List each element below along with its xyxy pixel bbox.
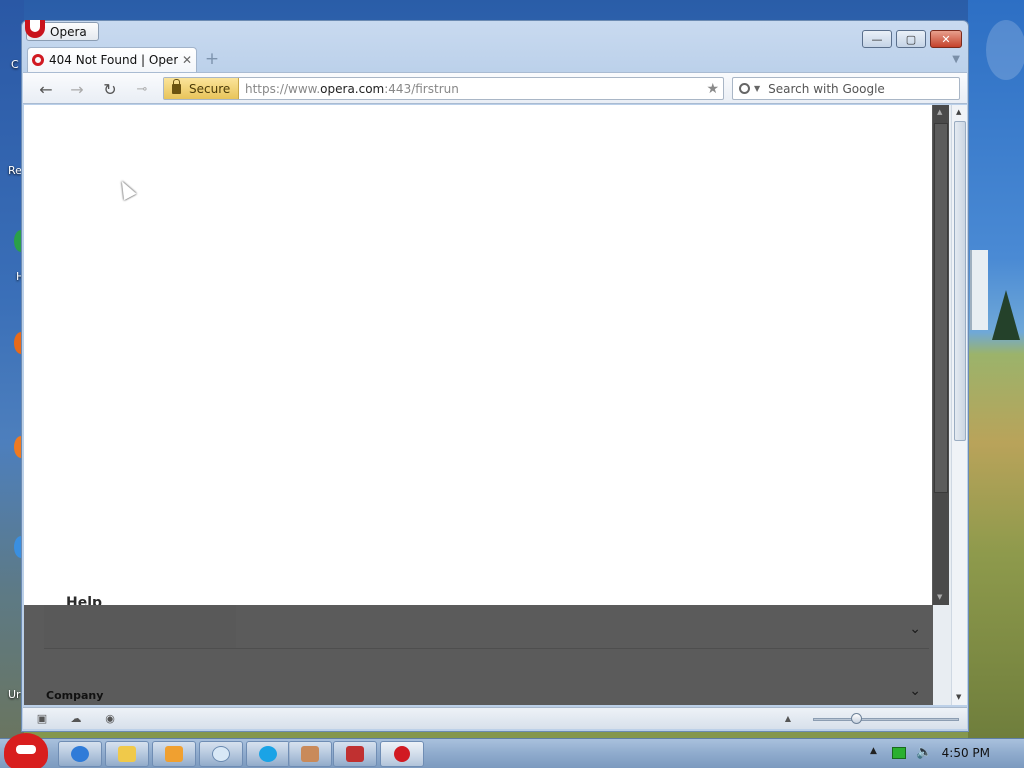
media-player-icon [165,746,183,762]
scrollbars: ▲ ▼ ▲ ▼ [933,105,967,705]
tab-active[interactable]: 404 Not Found | Opera ✕ [27,47,197,72]
system-tray: ▲ 🔈 4:50 PM [862,739,1024,768]
tab-menu-chevron-icon[interactable]: ▼ [952,54,960,65]
taskbar-clock[interactable]: 4:50 PM [942,746,990,760]
turbo-speedometer-icon[interactable]: ◉ [103,712,117,725]
forward-button[interactable]: → [66,79,88,99]
zoom-slider-knob[interactable] [851,713,863,724]
opera-browser-window: Opera — ▢ ✕ 404 Not Found | Opera ✕ + ▼ … [21,19,969,732]
browser-scroll-thumb[interactable] [954,121,966,441]
scroll-up-arrow-icon[interactable]: ▲ [937,108,942,116]
taskbar-explorer[interactable] [105,741,149,767]
search-engine-dropdown-icon[interactable]: ▼ [754,84,760,93]
page-loading-overlay [24,105,932,605]
taskbar-internet-explorer[interactable] [58,741,102,767]
view-menu-arrow-icon[interactable]: ▲ [781,714,795,727]
taskbar-media-player[interactable] [152,741,196,767]
opera-menu-label: Opera [50,24,87,39]
secure-label: Secure [189,81,231,96]
volume-muted-icon[interactable]: 🔈 [916,745,932,760]
close-button[interactable]: ✕ [930,30,962,48]
zoom-slider-track[interactable] [813,718,959,721]
page-content: Help ⌄ Company ⌄ [24,105,934,705]
status-bar: ▣ ☁ ◉ ▲ [23,707,967,729]
opera-favicon-icon [32,54,44,66]
wallpaper-cloud [986,20,1024,80]
desktop-label: Ur [8,688,21,701]
opera-menu-button[interactable]: Opera [25,19,99,41]
window-controls: — ▢ ✕ [862,30,962,48]
page-inner-scrollbar[interactable]: ▲ ▼ [933,105,949,605]
bookmark-star-icon[interactable]: ★ [706,81,719,97]
page-inner-scroll-thumb[interactable] [934,123,948,493]
search-field[interactable]: ▼ Search with Google [732,77,960,100]
skype-icon [259,746,277,762]
wallpaper-tree [992,290,1020,340]
scroll-down-arrow-icon[interactable]: ▼ [956,693,961,701]
minimize-button[interactable]: — [862,30,892,48]
internet-explorer-icon [71,746,89,762]
wallpaper-house [970,250,988,330]
chevron-down-icon[interactable]: ⌄ [909,683,921,699]
taskbar-skype[interactable] [246,741,290,767]
footer-section-row[interactable]: ⌄ [44,613,929,649]
scroll-up-arrow-icon[interactable]: ▲ [956,108,961,116]
folder-icon [118,746,136,762]
chat-bubble-icon [212,746,230,762]
opera-unite-cloud-icon[interactable]: ☁ [69,712,83,725]
desktop-wallpaper-scenery [968,0,1024,738]
browser-scrollbar[interactable]: ▲ ▼ [951,105,967,705]
taskbar-messenger[interactable] [199,741,243,767]
windows-taskbar: ▲ 🔈 4:50 PM [0,733,1024,768]
url-text[interactable]: https://www.opera.com:443/firstrun [245,82,706,96]
search-icon [739,83,750,94]
url-prefix: https://www. [245,81,321,96]
navigation-toolbar: ← → ↻ ⊸ Secure https://www.opera.com:443… [23,72,967,104]
lock-icon [172,78,181,94]
maximize-button[interactable]: ▢ [896,30,926,48]
tab-close-icon[interactable]: ✕ [182,53,192,67]
search-placeholder: Search with Google [768,81,885,96]
url-host: opera.com [320,81,385,96]
scroll-down-arrow-icon[interactable]: ▼ [937,593,942,601]
opera-logo-icon [25,19,45,38]
show-hidden-icons-arrow-icon[interactable]: ▲ [870,746,877,756]
reload-button[interactable]: ↻ [99,79,121,99]
secure-badge[interactable]: Secure [164,78,239,99]
taskbar-toolbox[interactable] [333,741,377,767]
panel-toggle-icon[interactable]: ▣ [35,712,49,725]
opera-icon [394,746,410,762]
wand-key-icon[interactable]: ⊸ [131,79,153,99]
network-icon[interactable] [892,747,906,759]
url-suffix: :443/firstrun [384,81,459,96]
new-tab-button[interactable]: + [204,51,220,68]
address-bar[interactable]: Secure https://www.opera.com:443/firstru… [163,77,724,100]
start-button-angry-bird-icon[interactable] [4,733,48,768]
paint-icon [301,746,319,762]
footer-company-row[interactable]: ⌄ [44,669,929,705]
desktop-label: C [11,58,19,71]
tab-title: 404 Not Found | Opera [49,53,178,67]
chevron-down-icon[interactable]: ⌄ [909,621,921,637]
taskbar-paint[interactable] [288,741,332,767]
desktop-label: Re [8,164,22,177]
toolbox-icon [346,746,364,762]
back-button[interactable]: ← [35,79,57,99]
taskbar-opera[interactable] [380,741,424,767]
